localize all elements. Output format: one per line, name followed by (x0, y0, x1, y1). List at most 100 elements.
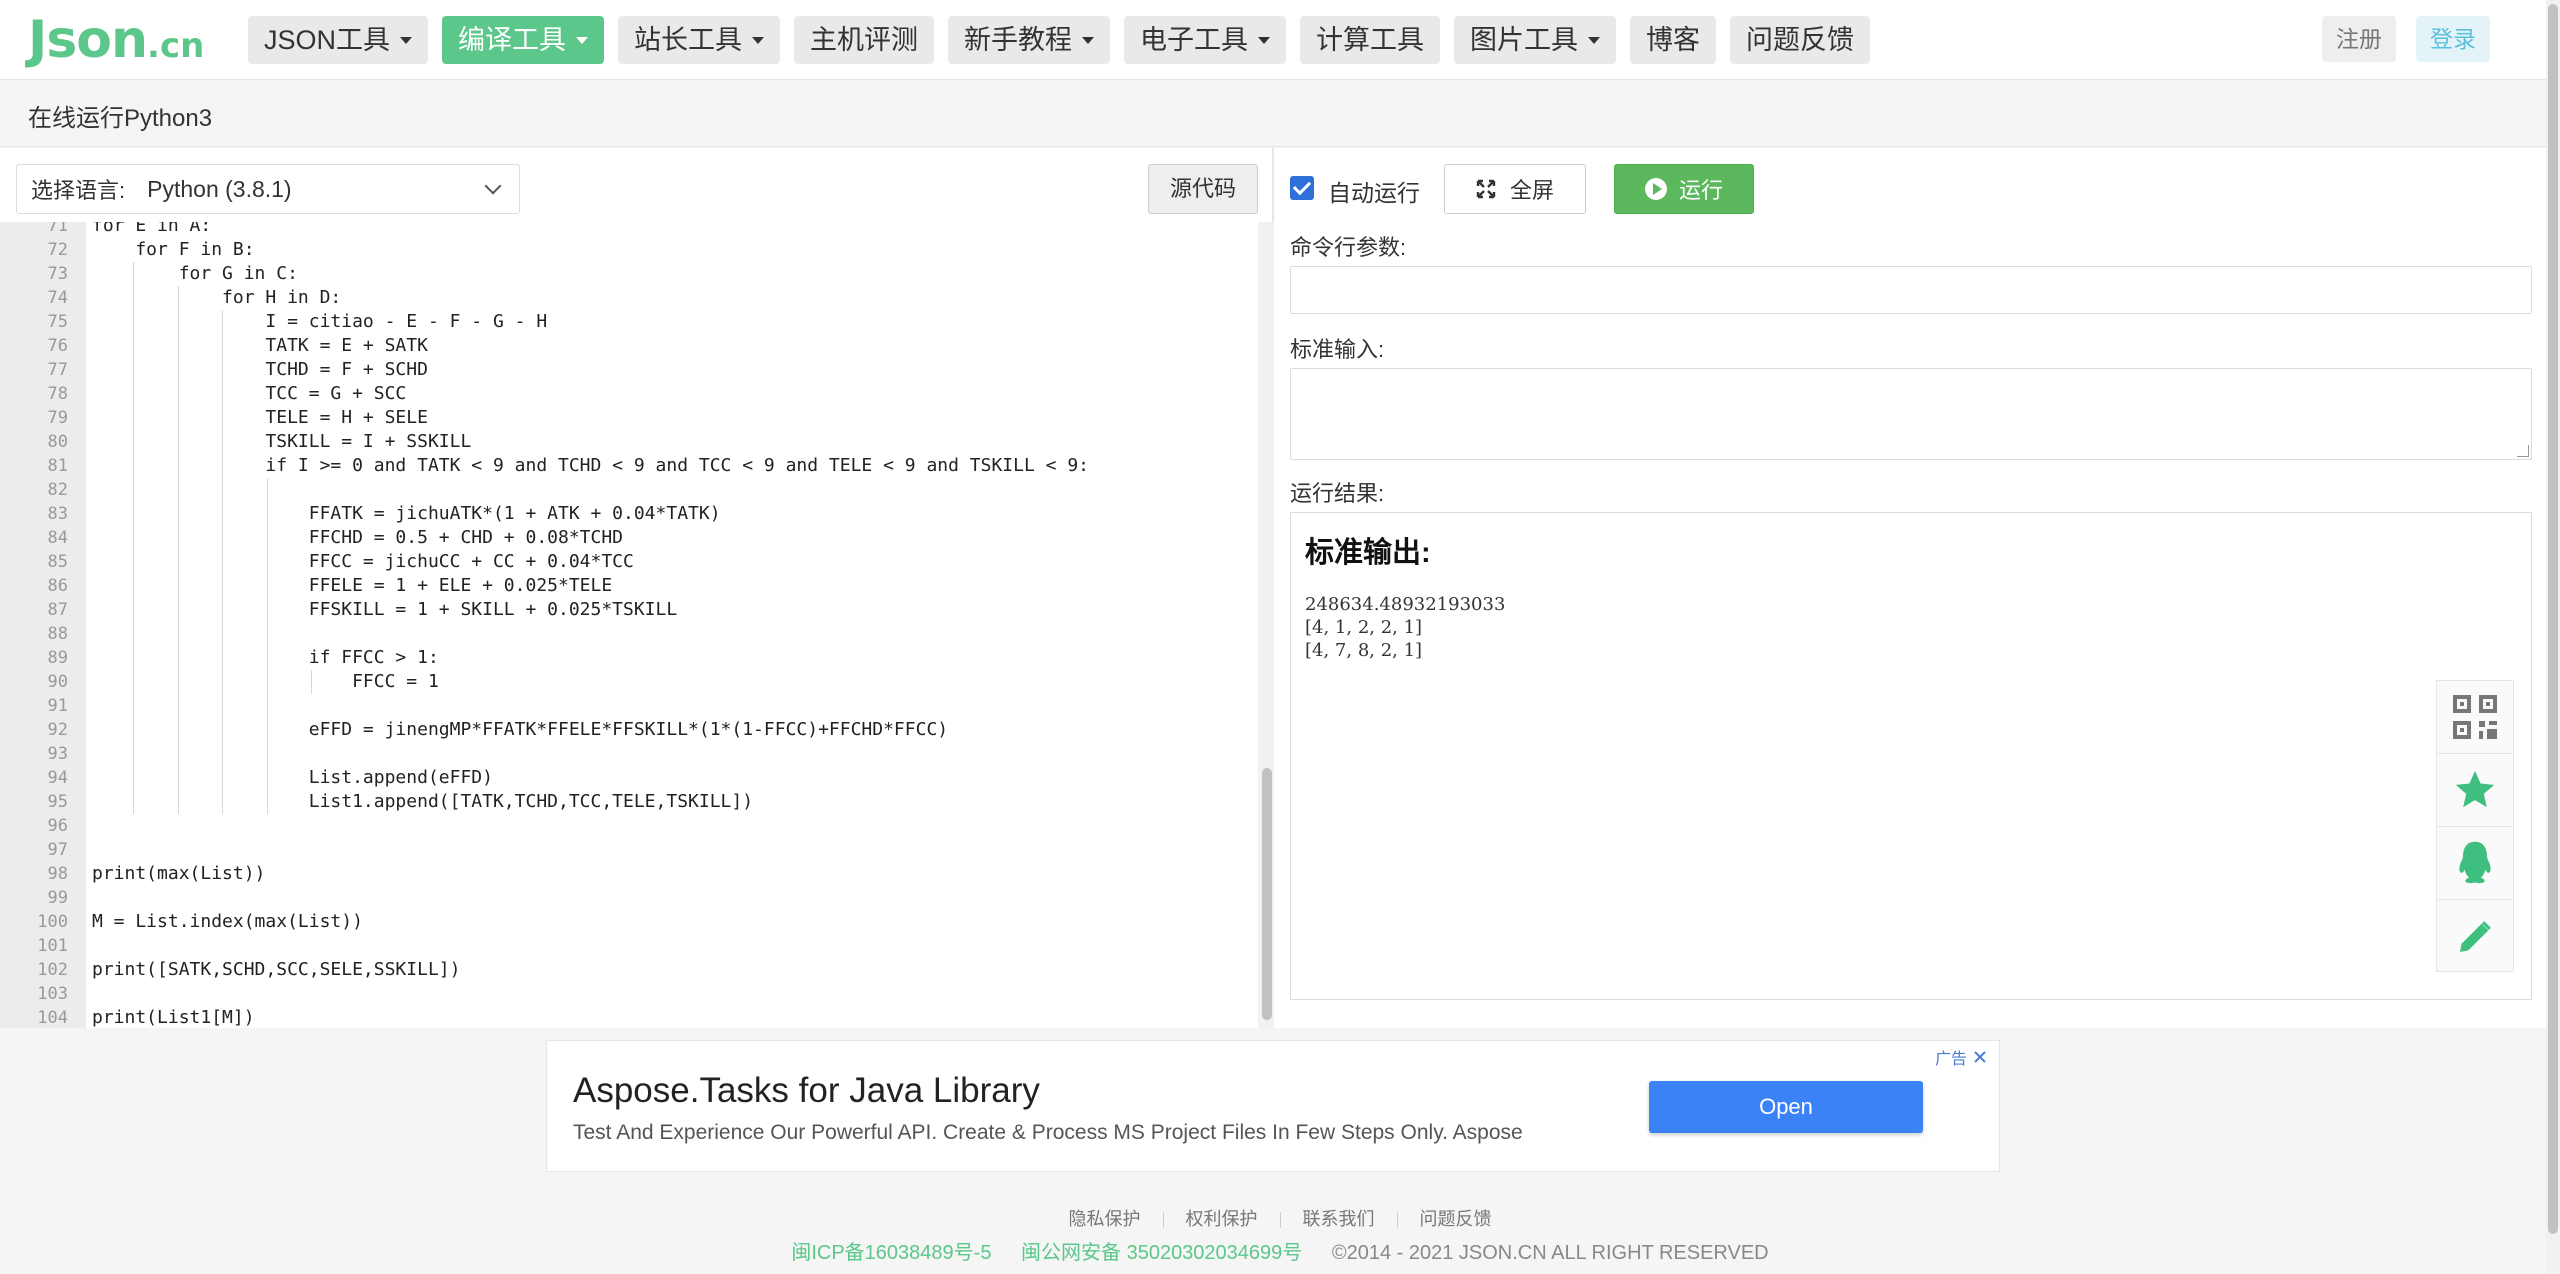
nav-item-label: JSON工具 (264, 25, 391, 55)
source-code-button[interactable]: 源代码 (1148, 164, 1258, 214)
code-editor[interactable]: 71 for E in A: 72 for F in B: 73 for G in C… (0, 222, 1256, 1028)
code-text: TCC = G + SCC (92, 383, 407, 404)
caret-down-icon (752, 36, 765, 44)
logo-text: Json (28, 10, 148, 70)
favorite-button[interactable] (2437, 754, 2513, 827)
nav-item[interactable]: 新手教程 (948, 16, 1111, 64)
police-record-link[interactable]: 闽公网安备 35020302034699号 (1021, 1242, 1302, 1264)
code-text: if FFCC > 1: (92, 647, 439, 668)
nav-item[interactable]: 主机评测 (794, 16, 935, 64)
caret-down-icon (1082, 36, 1095, 44)
line-number: 80 (47, 432, 68, 452)
code-text: TELE = H + SELE (92, 407, 428, 428)
line-number: 98 (47, 864, 68, 884)
icp-link[interactable]: 闽ICP备16038489号-5 (791, 1242, 991, 1264)
indent-guide (133, 694, 135, 718)
nav-item-label: 博客 (1646, 25, 1701, 55)
fullscreen-label: 全屏 (1509, 178, 1554, 203)
indent-guide (266, 622, 268, 646)
resize-handle-icon[interactable] (2517, 445, 2529, 457)
expand-icon (1476, 179, 1496, 199)
ad-banner[interactable]: 广告 Aspose.Tasks for Java Library Test An… (546, 1040, 2000, 1172)
nav-item[interactable]: 图片工具 (1454, 16, 1617, 64)
login-button[interactable]: 登录 (2416, 16, 2490, 62)
indent-guide (177, 478, 179, 502)
language-select[interactable]: 选择语言: Python (3.8.1) (16, 164, 520, 214)
nav-item[interactable]: 编译工具 (442, 16, 605, 64)
qrcode-button[interactable] (2437, 681, 2513, 754)
line-number: 83 (47, 504, 68, 524)
ad-open-button[interactable]: Open (1649, 1081, 1923, 1133)
nav-item[interactable]: JSON工具 (248, 16, 429, 64)
footer-link[interactable]: 问题反馈 (1420, 1209, 1492, 1229)
code-text: if I >= 0 and TATK < 9 and TCHD < 9 and … (92, 455, 1089, 476)
auto-run-checkbox[interactable] (1290, 176, 1314, 200)
code-text: FFCC = jichuCC + CC + 0.04*TCC (92, 551, 634, 572)
stdin-textarea[interactable] (1290, 368, 2532, 460)
auth-buttons: 注册 登录 (2322, 16, 2490, 62)
code-text: for G in C: (92, 263, 298, 284)
run-label: 运行 (1678, 178, 1723, 203)
qq-button[interactable] (2437, 827, 2513, 900)
qq-penguin-icon (2459, 841, 2491, 884)
play-icon (1644, 178, 1667, 200)
footer-separator (1396, 1212, 1398, 1229)
stdout-heading: 标准输出: (1305, 537, 1431, 569)
line-number: 88 (47, 624, 68, 644)
footer-link[interactable]: 隐私保护 (1069, 1209, 1141, 1229)
ad-description[interactable]: Test And Experience Our Powerful API. Cr… (573, 1121, 1523, 1145)
ad-tag[interactable]: 广告 (1935, 1045, 1987, 1069)
footer-link[interactable]: 权利保护 (1186, 1209, 1258, 1229)
code-text: TSKILL = I + SSKILL (92, 431, 472, 452)
caret-down-icon (1258, 36, 1271, 44)
indent-guide (133, 478, 135, 502)
footer-link[interactable]: 联系我们 (1303, 1209, 1375, 1229)
nav-item[interactable]: 问题反馈 (1730, 16, 1871, 64)
code-text: for F in B: (92, 239, 255, 260)
line-number: 82 (47, 480, 68, 500)
line-number: 94 (47, 768, 68, 788)
page-scrollbar-thumb[interactable] (2548, 4, 2558, 1234)
code-text: FFELE = 1 + ELE + 0.025*TELE (92, 575, 613, 596)
line-number: 74 (47, 288, 68, 308)
indent-guide (222, 694, 224, 718)
code-text: print([SATK,SCHD,SCC,SELE,SSKILL]) (92, 959, 461, 980)
editor-scrollbar-thumb[interactable] (1262, 768, 1272, 1020)
fullscreen-button[interactable]: 全屏 (1444, 164, 1586, 214)
indent-guide (133, 742, 135, 766)
language-value: Python (3.8.1) (147, 175, 292, 202)
indent-guide (222, 742, 224, 766)
page-title: 在线运行Python3 (28, 105, 213, 132)
nav-item[interactable]: 站长工具 (618, 16, 781, 64)
nav-item[interactable]: 电子工具 (1124, 16, 1287, 64)
code-text: print(List1[M]) (92, 1007, 255, 1028)
line-number: 97 (47, 840, 68, 860)
register-button[interactable]: 注册 (2322, 16, 2396, 62)
feedback-button[interactable] (2437, 900, 2513, 973)
line-number: 100 (37, 912, 68, 932)
nav-item[interactable]: 博客 (1630, 16, 1717, 64)
caret-down-icon (400, 36, 413, 44)
line-number: 79 (47, 408, 68, 428)
site-logo[interactable]: Json.cn (28, 10, 204, 70)
code-text: for E in A: (92, 222, 212, 236)
output-panel: 标准输出: 248634.48932193033 [4, 1, 2, 2, 1][… (1290, 512, 2532, 1000)
code-text: TATK = E + SATK (92, 335, 428, 356)
code-text: I = citiao - E - F - G - H (92, 311, 548, 332)
ad-title[interactable]: Aspose.Tasks for Java Library (573, 1071, 1040, 1111)
line-number: 75 (47, 312, 68, 332)
line-number: 101 (37, 936, 68, 956)
nav-item[interactable]: 计算工具 (1300, 16, 1441, 64)
run-button[interactable]: 运行 (1614, 164, 1754, 214)
line-number: 91 (47, 696, 68, 716)
nav-item-label: 主机评测 (810, 25, 919, 55)
auto-run-label[interactable]: 自动运行 (1328, 174, 1420, 208)
line-number: 92 (47, 720, 68, 740)
divider (0, 146, 2546, 147)
close-icon[interactable] (1973, 1050, 1987, 1064)
line-number: 90 (47, 672, 68, 692)
code-text: M = List.index(max(List)) (92, 911, 363, 932)
ad-label: 广告 (1934, 1051, 1967, 1068)
args-input[interactable] (1290, 266, 2532, 314)
nav-item-label: 新手教程 (964, 25, 1073, 55)
